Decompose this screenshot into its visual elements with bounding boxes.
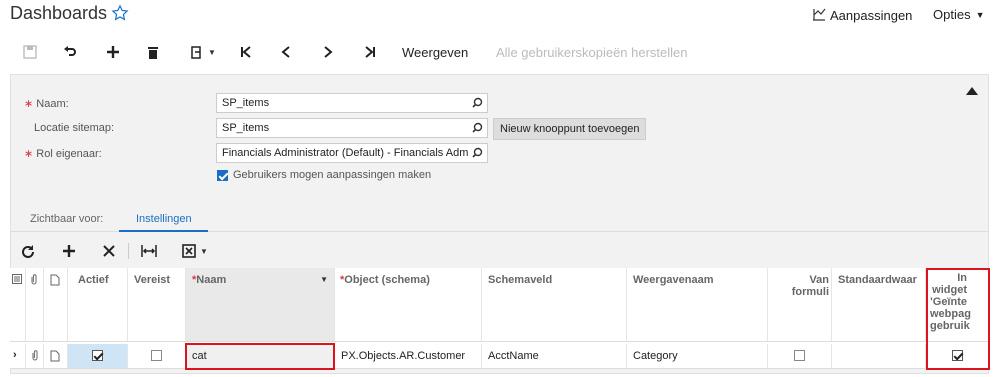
col-object[interactable]: *Object (schema) xyxy=(335,268,482,342)
checkbox-checked[interactable] xyxy=(217,169,228,181)
highlight-name-cell xyxy=(185,343,335,370)
search-icon[interactable] xyxy=(472,97,483,111)
col-required[interactable]: Vereist xyxy=(128,268,186,342)
tab-settings[interactable]: Instellingen xyxy=(136,213,192,225)
customizations-label: Aanpassingen xyxy=(830,8,913,23)
undo-button[interactable] xyxy=(60,42,80,62)
first-record-button[interactable] xyxy=(236,42,256,62)
cell-default-value[interactable] xyxy=(832,344,926,369)
active-checkbox[interactable] xyxy=(92,350,103,361)
attachment-icon[interactable] xyxy=(26,344,44,369)
add-button[interactable] xyxy=(103,42,123,62)
required-marker: ∗ xyxy=(24,98,34,110)
collapse-icon[interactable] xyxy=(966,84,978,98)
attachment-header-icon xyxy=(26,268,44,342)
delete-button[interactable] xyxy=(143,42,163,62)
reset-all-copies-button[interactable]: Alle gebruikerskopieën herstellen xyxy=(496,45,688,60)
next-record-button[interactable] xyxy=(318,42,338,62)
delete-row-button[interactable] xyxy=(98,240,120,262)
col-schema-field[interactable]: Schemaveld xyxy=(482,268,627,342)
row-menu-header[interactable] xyxy=(10,268,26,342)
col-name[interactable]: *Naam ▼ xyxy=(186,268,335,342)
note-header-icon xyxy=(44,268,68,342)
customizations-menu[interactable]: Aanpassingen xyxy=(812,7,912,24)
chevron-down-icon: ▼ xyxy=(208,47,216,57)
allow-customizations-checkbox[interactable]: Gebruikers mogen aanpassingen maken xyxy=(217,169,431,181)
required-checkbox[interactable] xyxy=(151,350,162,361)
options-label: Opties xyxy=(933,7,971,22)
toolbar-divider xyxy=(128,243,129,259)
from-form-checkbox[interactable] xyxy=(794,350,805,361)
customize-icon xyxy=(812,7,826,24)
search-icon[interactable] xyxy=(472,147,483,161)
owner-label: ∗ Rol eigenaar: xyxy=(24,148,102,160)
copy-paste-button[interactable]: ▼ xyxy=(187,42,219,62)
export-excel-button[interactable]: ▼ xyxy=(178,240,212,262)
chevron-down-icon: ▼ xyxy=(200,246,208,256)
favorite-star-icon[interactable] xyxy=(111,4,129,25)
cell-object[interactable]: PX.Objects.AR.Customer xyxy=(335,344,482,369)
row-selector-icon[interactable]: › xyxy=(10,344,26,369)
name-label: ∗ Naam: xyxy=(24,98,69,110)
page-title: Dashboards xyxy=(10,3,108,23)
last-record-button[interactable] xyxy=(360,42,380,62)
options-menu[interactable]: Opties ▼ xyxy=(933,7,985,22)
cell-schema-field[interactable]: AcctName xyxy=(482,344,627,369)
col-from-form[interactable]: Van formuli xyxy=(768,268,832,342)
owner-input[interactable]: Financials Administrator (Default) - Fin… xyxy=(216,143,488,163)
refresh-button[interactable] xyxy=(17,240,39,262)
col-display-name[interactable]: Weergavenaam xyxy=(627,268,768,342)
chevron-down-icon: ▼ xyxy=(975,9,985,20)
fit-columns-button[interactable] xyxy=(138,240,160,262)
required-marker: ∗ xyxy=(24,148,34,160)
save-button[interactable] xyxy=(20,42,40,62)
sort-desc-icon: ▼ xyxy=(320,275,328,284)
note-icon[interactable] xyxy=(44,344,68,369)
active-tab-indicator xyxy=(119,230,208,232)
cell-required[interactable] xyxy=(128,344,186,369)
name-input[interactable]: SP_items xyxy=(216,93,488,113)
col-active[interactable]: Actief xyxy=(68,268,128,342)
search-icon[interactable] xyxy=(472,122,483,136)
add-row-button[interactable] xyxy=(58,240,80,262)
col-default-value[interactable]: Standaardwaar xyxy=(832,268,926,342)
cell-from-form[interactable] xyxy=(768,344,832,369)
previous-record-button[interactable] xyxy=(276,42,296,62)
tab-visible-for[interactable]: Zichtbaar voor: xyxy=(30,213,103,225)
highlight-in-widget-column xyxy=(926,268,990,370)
sitemap-label: Locatie sitemap: xyxy=(34,122,115,134)
cell-display-name[interactable]: Category xyxy=(627,344,768,369)
sitemap-input[interactable]: SP_items xyxy=(216,118,488,138)
view-button[interactable]: Weergeven xyxy=(402,45,468,60)
new-node-button[interactable]: Nieuw knooppunt toevoegen xyxy=(493,118,647,140)
cell-active[interactable] xyxy=(68,344,128,369)
